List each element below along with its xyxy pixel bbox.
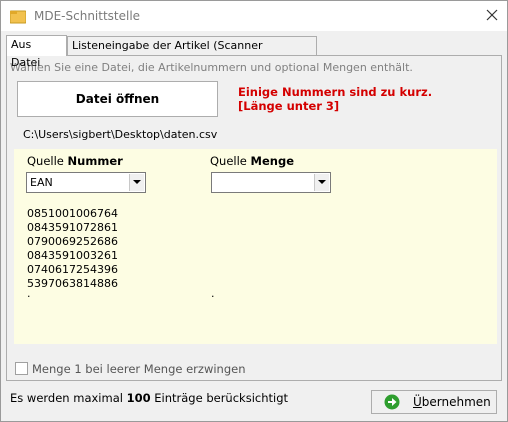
tab-aus-datei[interactable]: Aus Datei: [6, 35, 67, 69]
open-file-button[interactable]: Datei öffnen: [17, 81, 218, 117]
footer-info: Es werden maximal 100 Einträge berücksic…: [10, 391, 289, 405]
number-list-item: 0851001006764: [27, 207, 118, 220]
window-title: MDE-Schnittstelle: [34, 9, 141, 23]
number-list-item: 5397063814886: [27, 277, 118, 290]
accept-button-label: Übernehmen: [413, 395, 491, 409]
tab-listeneingabe[interactable]: Listeneingabe der Artikel (Scanner mögli…: [67, 36, 317, 70]
quantity-source-label: Quelle Menge: [210, 154, 295, 168]
number-source-value: EAN: [30, 176, 53, 189]
chevron-down-icon[interactable]: [314, 174, 329, 191]
dialog-window: MDE-Schnittstelle Aus Datei Listeneingab…: [0, 0, 508, 422]
number-list-item: 0790069252686: [27, 235, 118, 248]
file-path: C:\Users\sigbert\Desktop\daten.csv: [23, 128, 218, 141]
arrow-right-icon: [384, 394, 400, 410]
force-quantity-label[interactable]: Menge 1 bei leerer Menge erzwingen: [32, 362, 246, 376]
number-list-item: 0843591003261: [27, 249, 118, 262]
app-icon: [10, 10, 26, 24]
chevron-down-icon[interactable]: [129, 174, 144, 191]
quantity-list-item: .: [211, 287, 215, 300]
number-source-select[interactable]: EAN: [26, 172, 146, 193]
error-message-line: [Länge unter 3]: [238, 99, 340, 113]
quantity-source-select[interactable]: [211, 172, 331, 193]
number-list-item: 0740617254396: [27, 263, 118, 276]
title-bar[interactable]: MDE-Schnittstelle: [1, 1, 507, 31]
number-source-label: Quelle Nummer: [27, 154, 123, 168]
force-quantity-checkbox[interactable]: [15, 362, 28, 375]
hint-text: Wählen Sie eine Datei, die Artikelnummer…: [10, 61, 413, 74]
error-message-line: Einige Nummern sind zu kurz.: [238, 85, 433, 99]
close-icon[interactable]: [484, 7, 500, 23]
accept-button[interactable]: Übernehmen: [371, 390, 497, 414]
number-list-item: .: [27, 287, 31, 300]
number-list-item: 0843591072861: [27, 221, 118, 234]
